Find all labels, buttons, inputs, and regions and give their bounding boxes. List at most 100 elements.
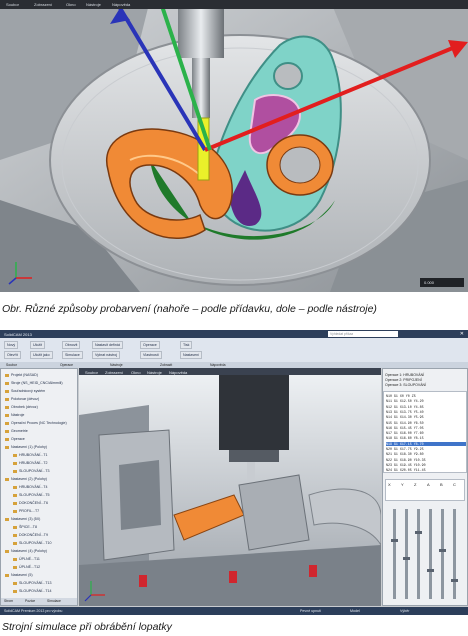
ribbon-button-define[interactable]: Nastavit definici <box>92 341 124 349</box>
nc-line[interactable]: N21 G1 X18.30 Y9.80 <box>386 452 424 456</box>
menu-item-help[interactable]: Nápověda <box>112 2 130 7</box>
tree-item[interactable]: PROFIL...T7 <box>13 509 39 514</box>
ribbon-group-help[interactable]: Nápověda <box>210 363 225 367</box>
nc-line[interactable]: N20 G1 X17.75 Y9.25 <box>386 447 424 451</box>
axis-sliders[interactable] <box>387 509 465 601</box>
nc-code-list[interactable]: N10 G1 X0 Y0 Z5 N11 G1 X12.50 Y4.20 N12 G1… <box>383 391 467 473</box>
view-menu-view[interactable]: Zobrazení <box>105 370 123 375</box>
slider-y[interactable] <box>403 509 410 599</box>
tree-item[interactable]: Nastavení (2) (Polohy) <box>5 477 47 482</box>
tree-item[interactable]: Operační Proces (NC Technologie) <box>5 421 67 426</box>
ribbon-group-file[interactable]: Soubor <box>6 363 17 367</box>
menu-item-file[interactable]: Soubor <box>6 2 19 7</box>
tree-item[interactable]: SLOUPOVÁNÍ...T3 <box>13 469 50 474</box>
folder-icon <box>13 453 17 457</box>
tree-item[interactable]: Stroje (NS_HEID_CNC/Alimmill) <box>5 381 63 386</box>
folder-icon <box>13 485 17 489</box>
tree-item-label: HRUBOVÁNÍ...T1 <box>19 453 48 457</box>
slider-a[interactable] <box>427 509 434 599</box>
menu-item-tools[interactable]: Nástroje <box>86 2 101 7</box>
tree-item[interactable]: HRUBOVÁNÍ...T1 <box>13 453 48 458</box>
ribbon-group-tools[interactable]: Nástroje <box>110 363 123 367</box>
tree-item[interactable]: Nastavení (1) (Polohy) <box>5 445 47 450</box>
nc-line[interactable]: N15 G1 X14.90 Y6.50 <box>386 421 424 425</box>
ribbon-button-save[interactable]: Uložit <box>30 341 45 349</box>
tree-item[interactable]: DOKONČENÍ...T6 <box>13 501 48 506</box>
slider-b[interactable] <box>439 509 446 599</box>
tree-item[interactable]: HRUBOVÁNÍ...T4 <box>13 485 48 490</box>
folder-icon <box>13 581 17 585</box>
nc-line[interactable]: N13 G1 X13.75 Y5.40 <box>386 410 424 414</box>
tree-item[interactable]: Souřadnicový systém <box>5 389 45 394</box>
tree-item[interactable]: DOKONČENÍ...T9 <box>13 533 48 538</box>
axis-label: B <box>440 482 443 487</box>
ribbon-button-print[interactable]: Tisk <box>180 341 193 349</box>
tree-item[interactable]: HRUBOVÁNÍ...T2 <box>13 461 48 466</box>
operation-item[interactable]: Operace 3: SLOUPOVÁNÍ <box>385 383 426 387</box>
tree-item[interactable]: Nastavení (3) (5X) <box>5 517 40 522</box>
view-menu-tools[interactable]: Nástroje <box>147 370 162 375</box>
slider-x[interactable] <box>391 509 398 599</box>
tree-item-label: Nastavení (3) (5X) <box>11 517 41 521</box>
axis-readout: XYZABC <box>385 479 465 501</box>
tree-item[interactable]: ÚPLNÉ...T12 <box>13 565 40 570</box>
ribbon-button-operation[interactable]: Operace <box>140 341 160 349</box>
tab-position[interactable]: Pozice <box>25 599 35 603</box>
tree-item-label: Obrobek (dévoz) <box>11 405 38 409</box>
tree-item[interactable]: SLOUPOVÁNÍ...T14 <box>13 589 52 594</box>
ribbon-group-view[interactable]: Zobrazit <box>160 363 172 367</box>
tree-item[interactable]: SLOUPOVÁNÍ...T13 <box>13 581 52 586</box>
nc-line[interactable]: N23 G1 X19.45 Y10.90 <box>386 463 426 467</box>
ribbon-button-refresh[interactable]: Obnovit <box>62 341 81 349</box>
ribbon-button-new[interactable]: Nový <box>4 341 19 349</box>
tree-item[interactable]: Polotovar (dévoz) <box>5 397 39 402</box>
nc-line[interactable]: N10 G1 X0 Y0 Z5 <box>386 394 416 398</box>
tree-item[interactable]: Geometrie <box>5 429 28 434</box>
tree-item[interactable]: Operace <box>5 437 25 442</box>
nc-line[interactable]: N11 G1 X12.50 Y4.20 <box>386 399 424 403</box>
nc-line[interactable]: N22 G1 X18.90 Y10.35 <box>386 458 426 462</box>
nc-line[interactable]: N14 G1 X14.30 Y5.95 <box>386 415 424 419</box>
ribbon-button-tool[interactable]: Vybrat nástroj <box>92 351 121 359</box>
close-icon[interactable]: ✕ <box>460 331 464 337</box>
nc-line[interactable]: N19 G1 X17.15 Y8.70 <box>386 441 466 446</box>
simulation-view-top[interactable]: Soubor Zobrazení Okno Nástroje Nápověda … <box>0 0 468 292</box>
toolpath-render <box>0 0 468 292</box>
operation-item[interactable]: Operace 1: HRUBOVÁNÍ <box>385 373 424 377</box>
view-menu-help[interactable]: Nápověda <box>169 370 187 375</box>
tab-tree[interactable]: Strom <box>4 599 13 603</box>
tree-item[interactable]: SLOUPOVÁNÍ...T10 <box>13 541 52 546</box>
tree-item-label: Nastavení (1) (Polohy) <box>11 445 47 449</box>
ribbon-button-settings[interactable]: Nastavení <box>180 351 203 359</box>
menu-item-view[interactable]: Zobrazení <box>34 2 52 7</box>
nc-line[interactable]: N18 G1 X16.60 Y8.15 <box>386 436 424 440</box>
tree-item[interactable]: Projekt (NASAD) <box>5 373 38 378</box>
tree-item[interactable]: Nastavení (5) <box>5 573 33 578</box>
view-menu-file[interactable]: Soubor <box>85 370 98 375</box>
tree-item[interactable]: ŠPICE...T8 <box>13 525 37 530</box>
slider-z[interactable] <box>415 509 422 599</box>
ribbon-button-save-as[interactable]: Uložit jako <box>30 351 53 359</box>
tab-simulation[interactable]: Simulace <box>47 599 61 603</box>
ribbon-button-open[interactable]: Otevřít <box>4 351 21 359</box>
ribbon-group-operation[interactable]: Operace <box>60 363 73 367</box>
tree-item[interactable]: Nastavení (4) (Polohy) <box>5 549 47 554</box>
search-input[interactable]: Vyhledat příkaz <box>328 331 398 337</box>
tree-item[interactable]: SLOUPOVÁNÍ...T5 <box>13 493 50 498</box>
menu-item-window[interactable]: Okno <box>66 2 76 7</box>
tree-item-label: Projekt (NASAD) <box>11 373 38 377</box>
ribbon-button-properties[interactable]: Vlastnosti <box>140 351 162 359</box>
tree-item-label: SLOUPOVÁNÍ...T3 <box>19 469 50 473</box>
ribbon-button-simulate[interactable]: Simulace <box>62 351 83 359</box>
nc-line[interactable]: N24 G1 X20.05 Y11.45 <box>386 468 426 472</box>
nc-line[interactable]: N17 G1 X16.00 Y7.60 <box>386 431 424 435</box>
view-menu-window[interactable]: Okno <box>131 370 141 375</box>
simulation-viewport[interactable]: Soubor Zobrazení Okno Nástroje Nápověda <box>79 368 381 606</box>
slider-c[interactable] <box>451 509 458 599</box>
tree-item[interactable]: Obrobek (dévoz) <box>5 405 38 410</box>
tree-item[interactable]: Nástroje <box>5 413 24 418</box>
tree-item[interactable]: ÚPLNÉ...T11 <box>13 557 40 562</box>
nc-line[interactable]: N12 G1 X13.10 Y4.85 <box>386 405 424 409</box>
nc-line[interactable]: N16 G1 X15.45 Y7.05 <box>386 426 424 430</box>
operation-item[interactable]: Operace 2: PRIPOJENÍ <box>385 378 422 382</box>
